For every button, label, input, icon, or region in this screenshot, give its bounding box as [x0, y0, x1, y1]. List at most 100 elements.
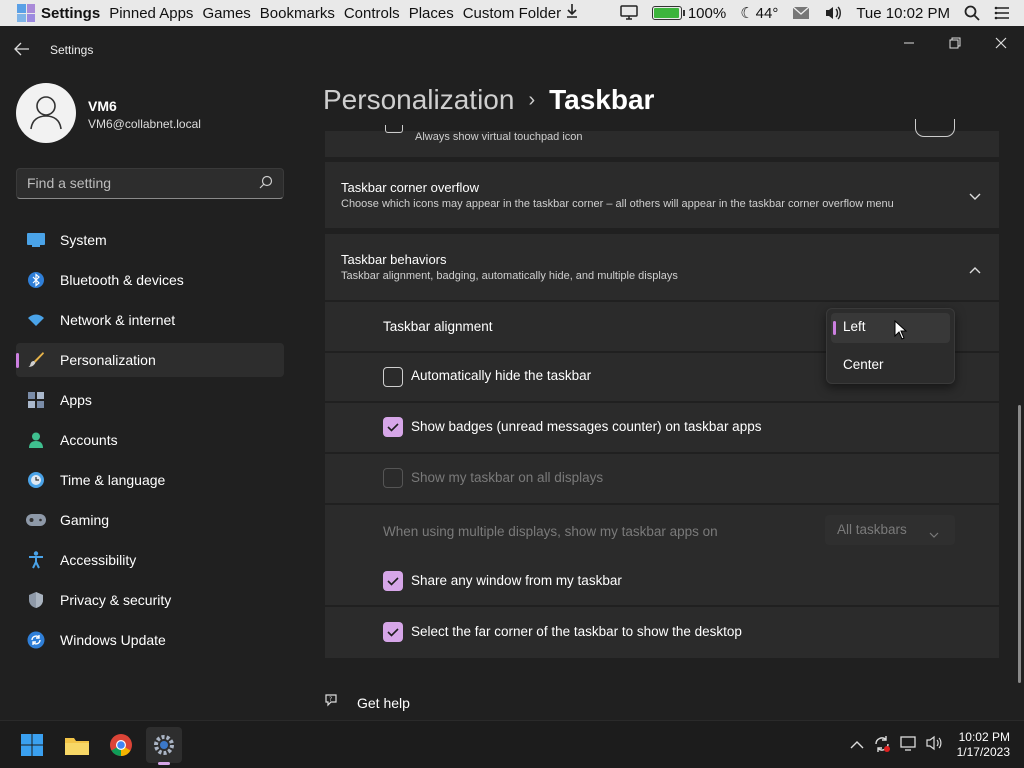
sidebar-item-time-language[interactable]: Time & language — [16, 463, 284, 497]
all-displays-label: Show my taskbar on all displays — [411, 470, 604, 485]
display-icon[interactable] — [620, 5, 638, 21]
sidebar-item-personalization[interactable]: Personalization — [16, 343, 284, 377]
gamepad-icon — [26, 510, 46, 530]
battery-percent: 100% — [687, 4, 727, 22]
sidebar-item-bluetooth-devices[interactable]: Bluetooth & devices — [16, 263, 284, 297]
menu-settings[interactable]: Settings — [41, 5, 100, 22]
chrome-icon — [110, 734, 132, 756]
chevron-up-icon[interactable] — [850, 737, 864, 755]
search-box[interactable] — [16, 168, 284, 199]
breadcrumb-parent[interactable]: Personalization — [323, 84, 514, 116]
far-corner-label: Select the far corner of the taskbar to … — [411, 624, 742, 639]
minimize-icon[interactable] — [899, 36, 919, 52]
weather-status[interactable]: ☾ 44° — [740, 4, 778, 23]
touchpad-icon — [385, 125, 403, 133]
network-icon[interactable] — [900, 735, 918, 756]
sidebar-item-label: Windows Update — [60, 632, 166, 648]
get-help-link[interactable]: ? Get help — [323, 692, 410, 713]
taskbar-alignment-label: Taskbar alignment — [383, 319, 493, 334]
checkmark-icon — [387, 628, 399, 637]
corner-overflow-card[interactable]: Taskbar corner overflow Choose which ico… — [325, 162, 999, 228]
badges-checkbox[interactable] — [383, 417, 403, 437]
touchpad-icon-row[interactable]: Always show virtual touchpad icon — [325, 119, 999, 157]
bluetooth-icon — [26, 270, 46, 290]
taskbar-clock[interactable]: 10:02 PM 1/17/2023 — [957, 730, 1010, 760]
breadcrumb-separator: › — [528, 88, 536, 111]
sync-icon[interactable] — [873, 735, 891, 758]
taskbar-alignment-dropdown[interactable]: Left Center — [826, 308, 955, 384]
share-window-row[interactable]: Share any window from my taskbar — [325, 556, 999, 605]
scrollbar[interactable] — [1018, 405, 1021, 683]
sidebar-item-label: Time & language — [60, 472, 166, 488]
file-explorer-button[interactable] — [59, 727, 95, 763]
multi-display-dropdown: All taskbars — [825, 515, 955, 545]
menu-pinned-apps[interactable]: Pinned Apps — [109, 5, 193, 22]
window-titlebar: Settings — [0, 26, 1024, 74]
alignment-option-center[interactable]: Center — [843, 357, 884, 372]
folder-icon — [65, 738, 89, 755]
badges-label: Show badges (unread messages counter) on… — [411, 419, 762, 434]
search-input[interactable] — [27, 175, 247, 191]
auto-hide-checkbox[interactable] — [383, 367, 403, 387]
sidebar-item-system[interactable]: System — [16, 223, 284, 257]
close-icon[interactable] — [991, 36, 1011, 52]
user-name: VM6 — [88, 98, 117, 114]
sidebar-item-accounts[interactable]: Accounts — [16, 423, 284, 457]
back-arrow-icon[interactable] — [14, 40, 30, 61]
auto-hide-label: Automatically hide the taskbar — [411, 368, 592, 383]
badges-row[interactable]: Show badges (unread messages counter) on… — [325, 403, 999, 452]
svg-text:?: ? — [329, 696, 332, 703]
taskbar-behaviors-header[interactable]: Taskbar behaviors Taskbar alignment, bad… — [325, 234, 999, 300]
alignment-option-left[interactable]: Left — [831, 313, 950, 343]
far-corner-checkbox[interactable] — [383, 622, 403, 642]
toggle-switch[interactable] — [915, 119, 955, 137]
all-displays-row: Show my taskbar on all displays — [325, 454, 999, 503]
mail-icon[interactable] — [792, 6, 810, 20]
menu-games[interactable]: Games — [202, 5, 250, 22]
speaker-icon[interactable] — [824, 5, 842, 21]
taskbar-behaviors-description: Taskbar alignment, badging, automaticall… — [341, 270, 678, 282]
accessibility-icon — [26, 550, 46, 570]
menubar-datetime[interactable]: Tue 10:02 PM — [856, 5, 950, 22]
corner-overflow-description: Choose which icons may appear in the tas… — [341, 198, 894, 210]
menu-custom-folder[interactable]: Custom Folder — [463, 5, 561, 22]
chevron-up-icon[interactable] — [969, 261, 981, 279]
sidebar-item-network-internet[interactable]: Network & internet — [16, 303, 284, 337]
sidebar-item-gaming[interactable]: Gaming — [16, 503, 284, 537]
sidebar-item-windows-update[interactable]: Windows Update — [16, 623, 284, 657]
sidebar-item-apps[interactable]: Apps — [16, 383, 284, 417]
chevron-down-icon[interactable] — [969, 188, 981, 206]
download-folder-icon[interactable] — [566, 3, 580, 23]
clock-globe-icon — [26, 470, 46, 490]
user-email: VM6@collabnet.local — [88, 117, 201, 131]
shield-icon — [26, 590, 46, 610]
page-title: Taskbar — [549, 84, 655, 115]
mouse-cursor-icon — [894, 320, 908, 340]
start-button[interactable] — [14, 727, 50, 763]
avatar[interactable] — [16, 83, 76, 143]
sidebar-item-label: Bluetooth & devices — [60, 272, 184, 288]
battery-status[interactable]: 100% — [651, 4, 727, 22]
settings-taskbar-button[interactable] — [146, 727, 182, 765]
search-icon[interactable] — [964, 5, 980, 21]
far-corner-row[interactable]: Select the far corner of the taskbar to … — [325, 607, 999, 658]
chrome-button[interactable] — [103, 727, 139, 763]
restore-icon[interactable] — [945, 36, 965, 52]
volume-icon[interactable] — [925, 735, 943, 756]
menu-places[interactable]: Places — [409, 5, 454, 22]
person-icon — [26, 430, 46, 450]
top-menubar: Settings Pinned Apps Games Bookmarks Con… — [0, 0, 1024, 26]
apps-icon — [26, 390, 46, 410]
share-window-checkbox[interactable] — [383, 571, 403, 591]
menu-controls[interactable]: Controls — [344, 5, 400, 22]
sidebar-item-privacy-security[interactable]: Privacy & security — [16, 583, 284, 617]
taskbar-date: 1/17/2023 — [956, 745, 1010, 759]
alignment-option-left-label: Left — [843, 319, 866, 334]
control-center-icon[interactable] — [994, 6, 1010, 20]
windows-logo-icon[interactable] — [17, 4, 35, 22]
brush-icon — [26, 350, 46, 370]
taskbar-time: 10:02 PM — [958, 730, 1010, 744]
search-icon[interactable] — [259, 175, 273, 194]
menu-bookmarks[interactable]: Bookmarks — [260, 5, 335, 22]
sidebar-item-accessibility[interactable]: Accessibility — [16, 543, 284, 577]
